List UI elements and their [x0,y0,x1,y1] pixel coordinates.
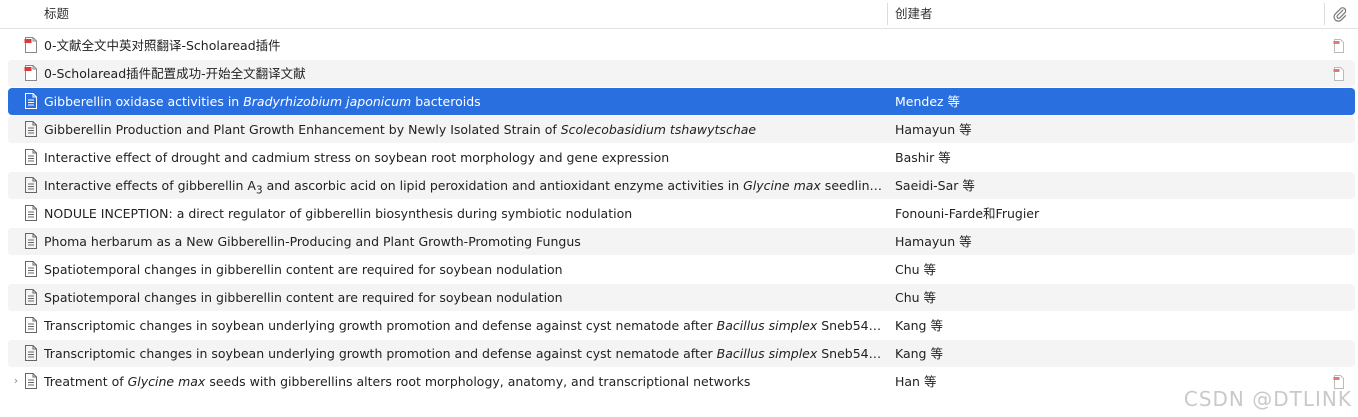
table-row[interactable]: Phoma herbarum as a New Gibberellin-Prod… [8,228,1355,255]
row-title: Interactive effects of gibberellin A3 an… [44,178,884,197]
row-creator: Kang 等 [895,318,943,333]
document-icon [25,149,37,165]
pdf-attachment-icon[interactable] [1333,39,1345,53]
pdf-file-icon [24,37,37,53]
paperclip-icon[interactable] [1332,6,1348,22]
document-icon [25,93,37,109]
row-title: Treatment of Glycine max seeds with gibb… [44,374,751,389]
column-separator[interactable] [1324,3,1325,25]
document-icon [25,261,37,277]
row-title: Gibberellin Production and Plant Growth … [44,122,757,137]
table-row[interactable]: Spatiotemporal changes in gibberellin co… [8,256,1355,283]
row-title: Transcriptomic changes in soybean underl… [44,346,884,361]
expand-chevron-icon[interactable]: › [10,375,22,387]
document-icon [25,121,37,137]
row-title: Spatiotemporal changes in gibberellin co… [44,290,563,305]
row-creator: Saeidi-Sar 等 [895,178,975,193]
document-icon [25,289,37,305]
row-creator: Han 等 [895,374,937,389]
pdf-attachment-icon[interactable] [1333,67,1345,81]
table-row[interactable]: 0-Scholaread插件配置成功-开始全文翻译文献 [8,60,1355,87]
row-creator: Mendez 等 [895,94,961,109]
document-icon [25,177,37,193]
table-row[interactable]: Interactive effect of drought and cadmiu… [8,144,1355,171]
document-icon [25,373,37,389]
table-row[interactable]: Transcriptomic changes in soybean underl… [8,312,1355,339]
row-creator: Fonouni-Farde和Frugier [895,206,1040,221]
table-row[interactable]: Spatiotemporal changes in gibberellin co… [8,284,1355,311]
pdf-file-icon [24,65,37,81]
row-creator: Chu 等 [895,262,937,277]
document-icon [25,233,37,249]
table-row[interactable]: NODULE INCEPTION: a direct regulator of … [8,200,1355,227]
row-title: NODULE INCEPTION: a direct regulator of … [44,206,633,221]
row-creator: Hamayun 等 [895,234,972,249]
row-creator: Chu 等 [895,290,937,305]
row-creator: Hamayun 等 [895,122,972,137]
document-icon [25,317,37,333]
row-title: 0-Scholaread插件配置成功-开始全文翻译文献 [44,66,306,81]
watermark: CSDN @DTLINK [1183,387,1352,411]
row-title: Phoma herbarum as a New Gibberellin-Prod… [44,234,581,249]
table-row[interactable]: 0-文献全文中英对照翻译-Scholaread插件 [8,32,1355,59]
row-creator: Bashir 等 [895,150,951,165]
column-separator[interactable] [887,3,888,25]
document-icon [25,205,37,221]
row-title: Spatiotemporal changes in gibberellin co… [44,262,563,277]
table-row[interactable]: Gibberellin Production and Plant Growth … [8,116,1355,143]
table-row[interactable]: › Treatment of Glycine max seeds with gib… [8,368,1355,395]
table-row[interactable]: Transcriptomic changes in soybean underl… [8,340,1355,367]
column-header: 标题 创建者 [0,0,1358,29]
row-title: Interactive effect of drought and cadmiu… [44,150,670,165]
document-icon [25,345,37,361]
table-row[interactable]: Interactive effects of gibberellin A3 an… [8,172,1355,199]
column-title-header[interactable]: 标题 [44,0,69,28]
row-title: Gibberellin oxidase activities in Bradyr… [44,94,481,109]
table-row[interactable]: Gibberellin oxidase activities in Bradyr… [8,88,1355,115]
row-creator: Kang 等 [895,346,943,361]
row-title: 0-文献全文中英对照翻译-Scholaread插件 [44,38,281,53]
column-creator-header[interactable]: 创建者 [895,0,933,28]
row-title: Transcriptomic changes in soybean underl… [44,318,884,333]
